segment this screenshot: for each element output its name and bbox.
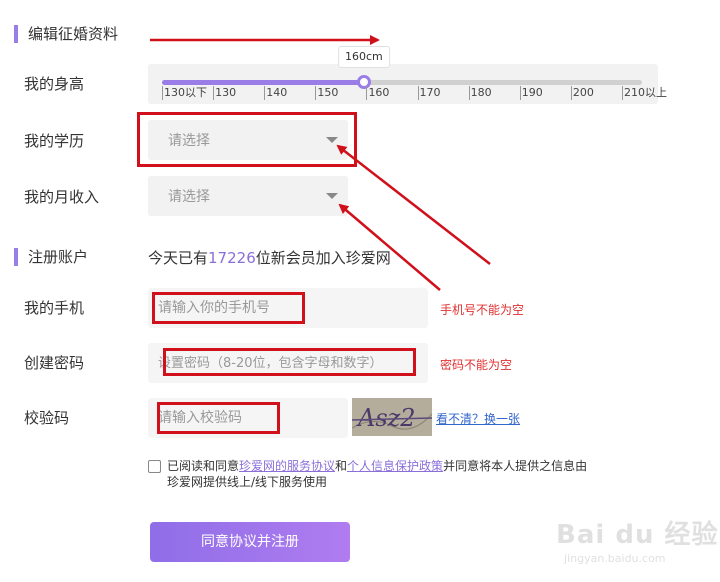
- education-select[interactable]: 请选择: [148, 120, 348, 160]
- refresh-captcha-link[interactable]: 看不清？换一张: [436, 410, 520, 427]
- privacy-policy-link[interactable]: 个人信息保护政策: [347, 459, 443, 473]
- phone-input[interactable]: [158, 296, 418, 320]
- member-count-suffix: 位新会员加入珍爱网: [255, 249, 391, 267]
- captcha-field-box[interactable]: [148, 398, 348, 438]
- profile-section-title: 编辑征婚资料: [14, 25, 118, 43]
- service-agreement-link[interactable]: 珍爱网的服务协议: [239, 459, 335, 473]
- slider-ticks: 130以下 130 140 150 160 170 180 190 200 210以上: [162, 86, 667, 102]
- phone-field-box[interactable]: [148, 288, 428, 328]
- slider-fill: [162, 80, 364, 85]
- captcha-graphic: Asz2: [352, 398, 432, 436]
- height-label: 我的身高: [24, 75, 85, 93]
- slider-tick-label: 210以上: [622, 86, 667, 100]
- slider-tick-label: 160: [366, 86, 390, 100]
- income-label: 我的月收入: [24, 188, 100, 206]
- slider-tick-label: 180: [468, 86, 492, 100]
- agreement-text-part: 已阅读和同意: [167, 459, 240, 473]
- chevron-down-icon: [326, 137, 338, 143]
- education-label: 我的学历: [24, 132, 85, 150]
- slider-tick-label: 140: [264, 86, 288, 100]
- watermark-main: Bai du 经验: [556, 520, 719, 550]
- account-section-title: 注册账户: [14, 248, 88, 266]
- slider-tick-label: 200: [570, 86, 594, 100]
- slider-tick-label: 190: [519, 86, 543, 100]
- income-select-value: 请选择: [168, 189, 210, 205]
- watermark-logo: Bai du 经验 jingyan.baidu.com: [556, 514, 719, 578]
- password-error: 密码不能为空: [440, 358, 513, 372]
- password-field-box[interactable]: [148, 343, 428, 383]
- captcha-input[interactable]: [158, 406, 338, 430]
- height-slider[interactable]: 130以下 130 140 150 160 170 180 190 200 210以上: [148, 64, 667, 104]
- agreement-checkbox[interactable]: [148, 460, 161, 473]
- member-count-number: 17226: [208, 249, 256, 267]
- slider-track[interactable]: [162, 75, 642, 89]
- captcha-label: 校验码: [24, 409, 70, 427]
- watermark-sub: jingyan.baidu.com: [564, 552, 666, 565]
- agreement-text-part: 和: [335, 459, 348, 473]
- chevron-down-icon: [326, 193, 338, 199]
- phone-error: 手机号不能为空: [440, 303, 525, 317]
- slider-tick-label: 150: [315, 86, 339, 100]
- register-button[interactable]: 同意协议并注册: [150, 522, 350, 562]
- arrow-to-education-icon: [336, 144, 491, 265]
- height-value-tooltip: 160cm: [337, 46, 390, 68]
- member-count-prefix: 今天已有: [148, 249, 209, 267]
- member-count-text: 今天已有17226位新会员加入珍爱网: [148, 248, 391, 268]
- phone-label: 我的手机: [24, 299, 85, 317]
- agreement-text: 已阅读和同意珍爱网的服务协议和个人信息保护政策并同意将本人提供之信息由珍爱网提供…: [167, 458, 597, 490]
- password-input[interactable]: [158, 351, 423, 375]
- captcha-image[interactable]: Asz2: [352, 398, 432, 436]
- password-label: 创建密码: [24, 354, 85, 372]
- income-select[interactable]: 请选择: [148, 176, 348, 216]
- slider-tick-label: 170: [417, 86, 441, 100]
- slider-tick-label: 130: [213, 86, 237, 100]
- education-select-value: 请选择: [168, 133, 210, 149]
- slider-tick-label: 130以下: [162, 86, 207, 100]
